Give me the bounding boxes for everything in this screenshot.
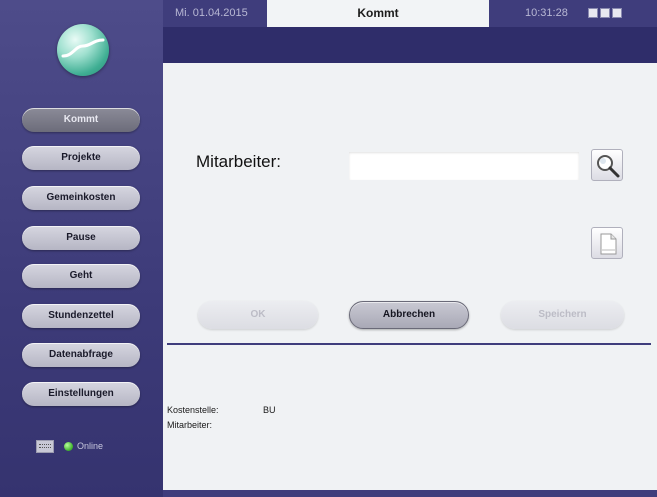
sidebar-item-datenabfrage[interactable]: Datenabfrage bbox=[22, 343, 140, 367]
save-button[interactable]: Speichern bbox=[501, 301, 624, 329]
magnifier-icon bbox=[597, 155, 620, 178]
sidebar-item-einstellungen[interactable]: Einstellungen bbox=[22, 382, 140, 406]
connection-status-label: Online bbox=[77, 441, 104, 451]
header-band bbox=[163, 27, 657, 63]
sidebar-item-geht[interactable]: Geht bbox=[22, 264, 140, 288]
document-button[interactable] bbox=[591, 227, 623, 259]
sidebar-item-stundenzettel[interactable]: Stundenzettel bbox=[22, 304, 140, 328]
current-date: Mi. 01.04.2015 bbox=[175, 7, 248, 19]
app-logo-icon bbox=[57, 24, 109, 76]
bottom-strip bbox=[163, 490, 657, 497]
top-bar: Mi. 01.04.2015 Kommt 10:31:28 bbox=[163, 0, 657, 27]
page-title: Kommt bbox=[267, 0, 489, 27]
cancel-button[interactable]: Abbrechen bbox=[349, 301, 469, 329]
sidebar-item-kommt[interactable]: Kommt bbox=[22, 108, 140, 132]
cost-center-label: Kostenstelle: bbox=[167, 405, 219, 415]
maximize-icon[interactable] bbox=[600, 8, 610, 18]
search-button[interactable] bbox=[591, 149, 623, 181]
ok-button[interactable]: OK bbox=[198, 301, 318, 329]
online-indicator-icon bbox=[64, 441, 73, 451]
sidebar: Kommt Projekte Gemeinkosten Pause Geht S… bbox=[0, 0, 163, 497]
main-panel: Mitarbeiter: OK Abbrechen Speichern Kost… bbox=[163, 63, 657, 497]
window-controls bbox=[588, 8, 624, 18]
divider bbox=[167, 343, 651, 345]
current-time: 10:31:28 bbox=[525, 7, 568, 19]
keyboard-icon[interactable] bbox=[36, 439, 54, 453]
sidebar-item-gemeinkosten[interactable]: Gemeinkosten bbox=[22, 186, 140, 210]
employee-label: Mitarbeiter: bbox=[196, 152, 282, 171]
info-employee-label: Mitarbeiter: bbox=[167, 420, 213, 430]
connection-status: Online bbox=[36, 439, 103, 453]
document-icon bbox=[600, 233, 617, 255]
minimize-icon[interactable] bbox=[588, 8, 598, 18]
employee-input[interactable] bbox=[349, 152, 579, 180]
cost-center-value: BU bbox=[263, 405, 276, 415]
sidebar-item-projekte[interactable]: Projekte bbox=[22, 146, 140, 170]
sidebar-item-pause[interactable]: Pause bbox=[22, 226, 140, 250]
close-icon[interactable] bbox=[612, 8, 622, 18]
